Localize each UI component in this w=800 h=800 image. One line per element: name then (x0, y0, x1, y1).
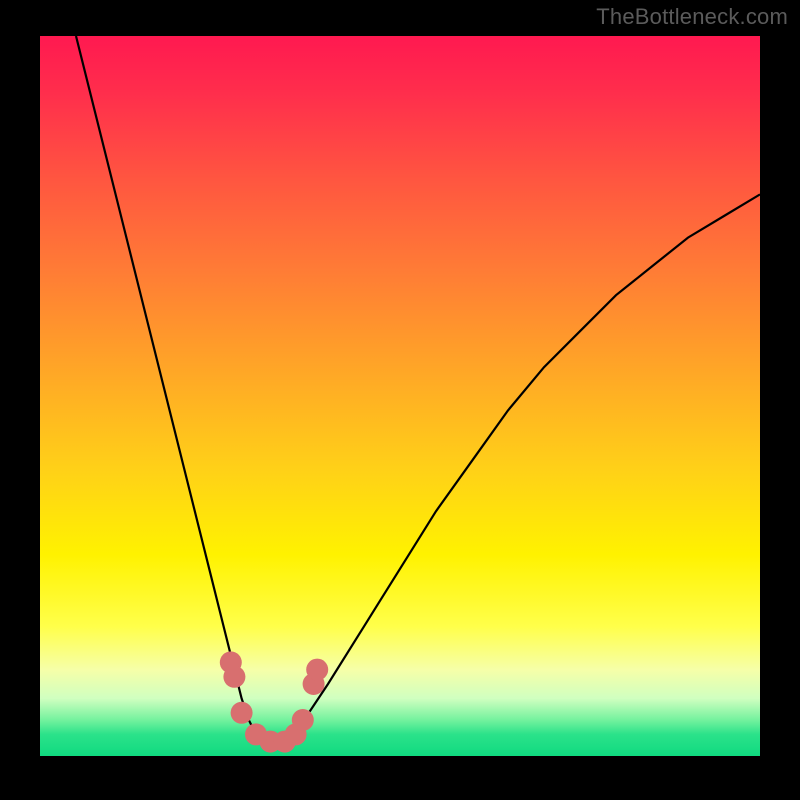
marker-group (220, 651, 328, 752)
curve-marker (231, 702, 253, 724)
curve-marker (306, 659, 328, 681)
curve-marker (223, 666, 245, 688)
curve-marker (292, 709, 314, 731)
chart-svg (40, 36, 760, 756)
attribution-text: TheBottleneck.com (596, 4, 788, 30)
bottleneck-curve (76, 36, 760, 742)
chart-frame: TheBottleneck.com (0, 0, 800, 800)
plot-area (40, 36, 760, 756)
